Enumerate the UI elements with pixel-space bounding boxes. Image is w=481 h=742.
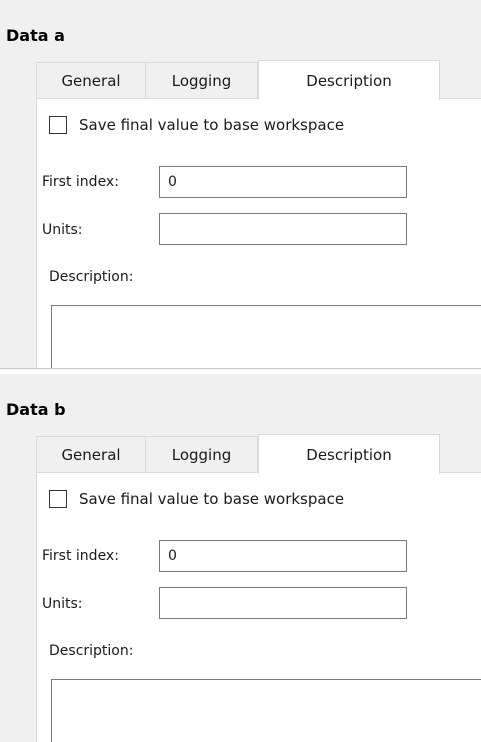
data-b-panel: Data b General Logging Description Save … <box>0 374 481 742</box>
save-final-value-row[interactable]: Save final value to base workspace <box>49 490 344 508</box>
tab-bar: General Logging Description <box>36 60 481 100</box>
units-label: Units: <box>42 222 83 238</box>
description-label: Description: <box>49 269 134 285</box>
save-final-value-row[interactable]: Save final value to base workspace <box>49 116 344 134</box>
save-final-value-label: Save final value to base workspace <box>79 490 345 508</box>
tab-general[interactable]: General <box>36 436 146 472</box>
tab-description[interactable]: Description <box>258 434 440 474</box>
description-tab-page: Save final value to base workspace First… <box>36 98 481 368</box>
units-input[interactable] <box>159 587 407 619</box>
description-textarea[interactable] <box>51 305 481 368</box>
description-label: Description: <box>49 643 134 659</box>
tab-description[interactable]: Description <box>258 60 440 100</box>
units-label: Units: <box>42 596 83 612</box>
tab-general[interactable]: General <box>36 62 146 98</box>
panel-title: Data b <box>6 400 66 419</box>
description-tab-page: Save final value to base workspace First… <box>36 472 481 742</box>
tab-bar: General Logging Description <box>36 434 481 474</box>
first-index-input[interactable] <box>159 540 407 572</box>
data-a-panel: Data a General Logging Description Save … <box>0 0 481 368</box>
save-final-value-label: Save final value to base workspace <box>79 116 345 134</box>
tab-logging[interactable]: Logging <box>146 436 258 472</box>
first-index-label: First index: <box>42 174 119 190</box>
units-input[interactable] <box>159 213 407 245</box>
save-final-value-checkbox[interactable] <box>49 116 67 134</box>
panel-title: Data a <box>6 26 65 45</box>
tab-logging[interactable]: Logging <box>146 62 258 98</box>
save-final-value-checkbox[interactable] <box>49 490 67 508</box>
description-textarea[interactable] <box>51 679 481 742</box>
first-index-label: First index: <box>42 548 119 564</box>
first-index-input[interactable] <box>159 166 407 198</box>
